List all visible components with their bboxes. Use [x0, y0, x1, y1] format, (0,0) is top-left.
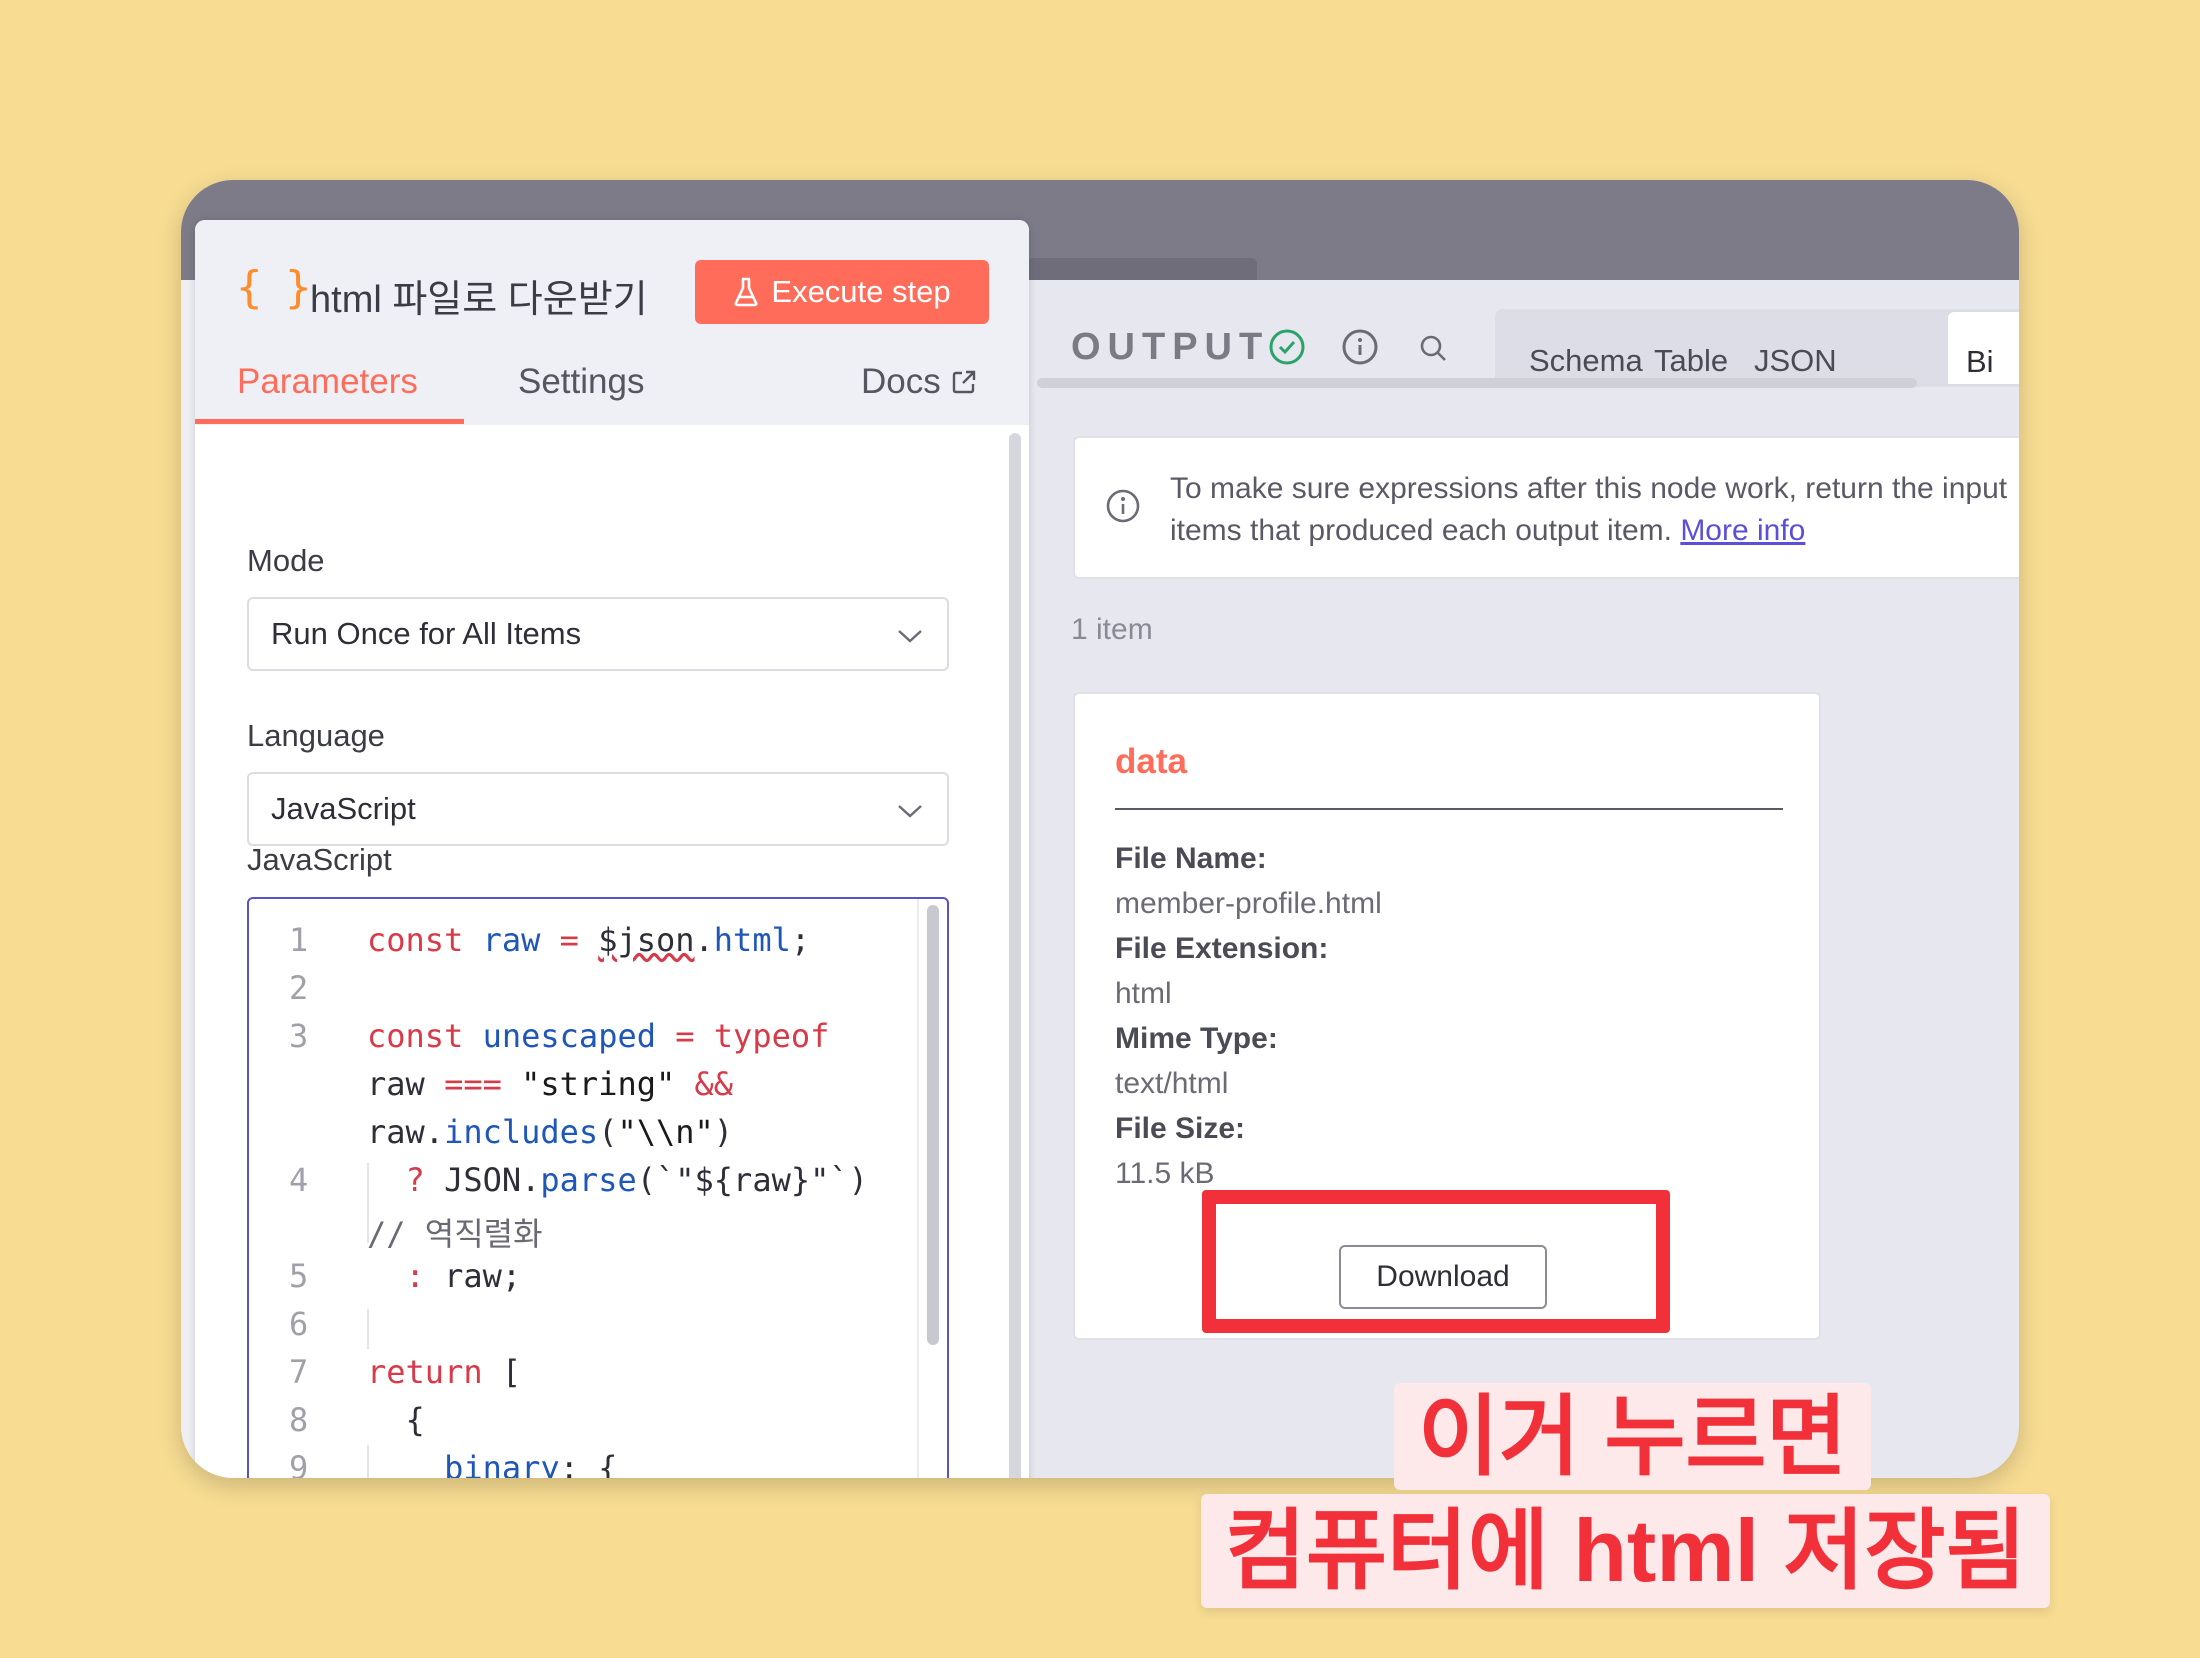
view-tab-binary[interactable]: Bi [1948, 312, 2019, 384]
line-number: 8 [289, 1401, 309, 1439]
mode-select[interactable]: Run Once for All Items [247, 597, 949, 671]
output-view-tabs: Schema Table JSON [1495, 309, 2019, 387]
output-title: OUTPUT [1071, 326, 1270, 368]
line-number: 9 [289, 1449, 309, 1478]
code-line-7: return [ [367, 1353, 522, 1391]
file-size-label: File Size: [1115, 1112, 1246, 1145]
code-braces-icon: { } [236, 262, 311, 313]
line-number: 6 [289, 1305, 309, 1343]
annotation-caption-line2: 컴퓨터에 html 저장됨 [1201, 1494, 2051, 1608]
language-value: JavaScript [271, 791, 416, 826]
language-select[interactable]: JavaScript [247, 772, 949, 846]
return-items-notice: To make sure expressions after this node… [1073, 436, 2019, 579]
line-number: 1 [289, 921, 309, 959]
line-number: 2 [289, 969, 309, 1007]
chevron-down-icon [898, 630, 922, 643]
file-extension-value: html [1115, 977, 1172, 1010]
view-tab-schema[interactable]: Schema [1529, 343, 1643, 379]
panel-scrollbar[interactable] [1009, 433, 1021, 1478]
file-name-value: member-profile.html [1115, 887, 1382, 920]
mode-value: Run Once for All Items [271, 616, 582, 651]
node-parameters-panel: { } html 파일로 다운받기 Execute step Parameter… [195, 220, 1029, 1478]
line-number: 7 [289, 1353, 309, 1391]
notice-text: To make sure expressions after this node… [1170, 468, 2019, 552]
flask-icon [734, 277, 758, 307]
panel-header: { } html 파일로 다운받기 Execute step Parameter… [195, 220, 1029, 425]
code-line-4: ? JSON.parse(`"${raw}"`) [405, 1161, 868, 1199]
tab-settings[interactable]: Settings [518, 362, 644, 402]
background-tab [1027, 258, 1257, 280]
node-title[interactable]: html 파일로 다운받기 [310, 268, 648, 323]
mime-type-value: text/html [1115, 1067, 1229, 1100]
output-scrollbar[interactable] [1037, 378, 1917, 388]
language-label: Language [247, 718, 385, 753]
file-extension-label: File Extension: [1115, 932, 1329, 965]
notice-message: To make sure expressions after this node… [1170, 472, 2008, 547]
download-highlight-box [1202, 1190, 1670, 1333]
line-number: 3 [289, 1017, 309, 1055]
search-icon[interactable] [1417, 332, 1449, 364]
mode-label: Mode [247, 543, 325, 578]
execute-step-label: Execute step [771, 274, 951, 309]
tab-parameters[interactable]: Parameters [237, 362, 418, 402]
docs-label: Docs [861, 362, 941, 401]
more-info-link[interactable]: More info [1680, 514, 1805, 547]
code-line-1: const raw = $json.html; [367, 921, 811, 959]
file-name-label: File Name: [1115, 842, 1267, 875]
annotation-caption-line1: 이거 누르면 [1394, 1383, 1872, 1490]
item-count: 1 item [1071, 613, 1153, 646]
info-icon [1106, 489, 1140, 523]
mime-type-label: Mime Type: [1115, 1022, 1278, 1055]
active-tab-indicator [195, 419, 464, 424]
background-canvas-edge [181, 280, 195, 1478]
code-line-4-wrap: // 역직렬화 [367, 1215, 543, 1253]
line-number: 4 [289, 1161, 309, 1199]
tab-docs[interactable]: Docs [861, 362, 977, 402]
code-line-5: : raw; [405, 1257, 522, 1295]
view-tab-table[interactable]: Table [1654, 343, 1728, 379]
code-line-3-wrap-a: raw === "string" && [367, 1065, 734, 1103]
view-tab-json[interactable]: JSON [1754, 343, 1837, 379]
file-size-value: 11.5 kB [1115, 1157, 1215, 1190]
code-editor-divider [917, 899, 919, 1478]
code-line-9: binary: { [444, 1449, 618, 1478]
chevron-down-icon [898, 805, 922, 818]
code-line-3-wrap-b: raw.includes("\\n") [367, 1113, 734, 1151]
external-link-icon [952, 370, 975, 394]
app-window: { } html 파일로 다운받기 Execute step Parameter… [181, 180, 2019, 1478]
code-label: JavaScript [247, 842, 392, 877]
code-scrollbar[interactable] [927, 905, 939, 1345]
line-number: 5 [289, 1257, 309, 1295]
binary-key: data [1115, 742, 1187, 781]
indent-guide [367, 1309, 369, 1349]
code-editor[interactable]: 1 const raw = $json.html; 2 3 const unes… [247, 897, 949, 1478]
code-line-8: { [367, 1401, 425, 1439]
code-line-3: const unescaped = typeof [367, 1017, 830, 1055]
card-divider [1115, 808, 1783, 810]
info-icon[interactable] [1341, 328, 1379, 366]
success-check-icon [1269, 329, 1305, 365]
execute-step-button[interactable]: Execute step [695, 260, 989, 324]
